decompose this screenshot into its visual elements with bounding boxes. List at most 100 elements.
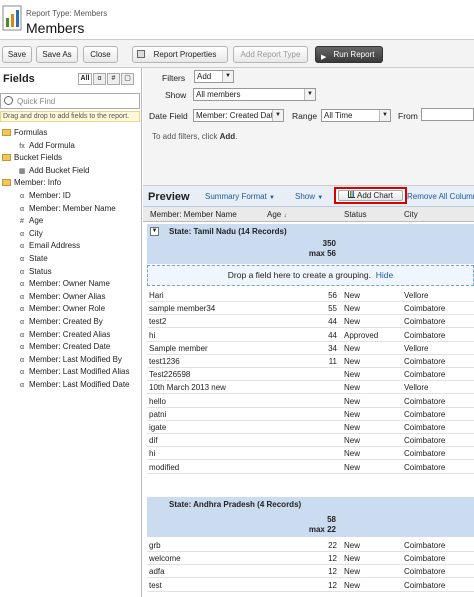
field-item[interactable]: α Member: Last Modified Date (18, 379, 130, 391)
field-item[interactable]: α Member: Created Date (18, 341, 110, 353)
from-date-input[interactable] (421, 108, 474, 121)
field-item[interactable]: α Member: Owner Role (18, 303, 105, 315)
field-item[interactable]: ▦ Add Bucket Field (18, 165, 90, 177)
show-link-label: Show (295, 192, 316, 201)
text-field-icon: α (19, 243, 25, 251)
field-label: Member: Last Modified Date (29, 380, 130, 389)
field-item[interactable]: α Email Address (18, 240, 80, 252)
chevron-down-icon: ▼ (304, 89, 315, 100)
chevron-down-icon: ▼ (222, 71, 233, 82)
field-item[interactable]: α City (18, 228, 43, 240)
table-row: modified New Coimbatore (147, 461, 474, 474)
cell-city: Coimbatore (404, 423, 446, 432)
cell-status: New (344, 462, 361, 472)
field-item[interactable]: α Member: Member Name (18, 203, 116, 215)
filter-number-button[interactable]: # (107, 73, 120, 85)
filter-text-button[interactable]: α (93, 73, 106, 85)
add-chart-button[interactable]: Add Chart (338, 190, 403, 201)
cell-city: Coimbatore (404, 330, 446, 340)
cell-city: Vellore (404, 383, 429, 393)
field-item[interactable]: α State (18, 253, 48, 265)
field-item[interactable]: # Age (18, 215, 43, 227)
cell-status: New (344, 357, 361, 366)
save-as-button[interactable]: Save As (36, 46, 78, 63)
cell-age: 55 (328, 304, 337, 314)
remove-all-columns-link[interactable]: Remove All Columns (407, 192, 474, 201)
field-item[interactable]: α Member: ID (18, 190, 71, 202)
group-label: State: Andhra Pradesh (4 Records) (169, 500, 302, 509)
field-item[interactable]: α Member: Owner Name (18, 278, 110, 290)
field-item[interactable]: α Member: Created By (18, 316, 103, 328)
field-item[interactable]: fx Add Formula (18, 140, 75, 152)
fields-panel: Fields All α # ▢ Quick Find Drag and dro… (0, 68, 142, 597)
page-header: Report Type: Members Members (0, 0, 474, 40)
field-item[interactable]: α Member: Created Alias (18, 329, 110, 341)
group-label: State: Tamil Nadu (14 Records) (169, 227, 287, 236)
group-sum: 58 (327, 515, 336, 524)
chevron-down-icon: ▼ (272, 110, 283, 121)
field-label: Status (29, 266, 52, 276)
table-row: Hari 56 New Vellore (147, 289, 474, 302)
run-report-button[interactable]: ▶ Run Report (315, 46, 383, 63)
field-item[interactable]: α Member: Last Modified By (18, 354, 122, 366)
collapse-icon[interactable]: ▼ (150, 227, 159, 236)
from-label: From (398, 111, 418, 121)
column-header-row: Member: Member Name Age ↓ Status City (143, 207, 474, 222)
filters-pane: Filters Add ▼ Show All members ▼ Date Fiel… (143, 68, 474, 186)
quick-find-input[interactable]: Quick Find (0, 93, 140, 109)
chevron-down-icon: ▼ (269, 195, 275, 201)
field-label: Email Address (29, 241, 81, 251)
add-report-type-button[interactable]: Add Report Type (233, 46, 308, 63)
field-item[interactable]: α Member: Last Modified Alias (18, 366, 130, 378)
field-item[interactable]: α Member: Owner Alias (18, 291, 106, 303)
table-row: test1236 11 New Coimbatore (147, 355, 474, 368)
cell-city: Coimbatore (404, 449, 446, 459)
show-select[interactable]: All members ▼ (193, 88, 316, 101)
filter-date-button[interactable]: ▢ (121, 73, 134, 85)
report-type-subtitle: Report Type: Members (26, 9, 108, 18)
table-row: grb 22 New Coimbatore (147, 539, 474, 552)
field-folder[interactable]: Member: Info (2, 177, 61, 189)
cell-member-name: adfa (149, 567, 165, 577)
table-row: test2 44 New Coimbatore (147, 315, 474, 329)
text-field-icon: α (19, 256, 25, 263)
report-builder: Filters Add ▼ Show All members ▼ Date Fiel… (143, 68, 474, 597)
filters-hint-end: . (235, 132, 238, 141)
cell-city: Vellore (404, 291, 429, 300)
group-sum: 350 (322, 239, 336, 248)
text-field-icon: α (19, 230, 25, 238)
grouping-drop-zone[interactable]: Drop a field here to create a grouping. … (147, 265, 474, 286)
field-label: Member: ID (29, 191, 71, 200)
column-member-name[interactable]: Member: Member Name (150, 210, 237, 219)
report-properties-button[interactable]: Report Properties (132, 46, 228, 63)
cell-city: Coimbatore (404, 554, 446, 564)
range-select[interactable]: All Time ▼ (321, 109, 391, 122)
column-city[interactable]: City (404, 210, 418, 219)
close-button[interactable]: Close (83, 46, 118, 63)
field-folder[interactable]: Formulas (2, 127, 47, 139)
quick-find-placeholder: Quick Find (17, 97, 56, 106)
cell-member-name: hi (149, 449, 156, 459)
column-age[interactable]: Age ↓ (267, 210, 286, 219)
summary-format-dropdown[interactable]: Summary Format ▼ (205, 192, 275, 201)
hide-link[interactable]: Hide (376, 270, 393, 280)
cell-member-name: patni (149, 409, 167, 419)
cell-city: Coimbatore (404, 370, 446, 380)
summary-format-label: Summary Format (205, 192, 267, 201)
cell-member-name: Sample member (149, 343, 208, 353)
cell-member-name: test (149, 580, 162, 590)
column-status[interactable]: Status (344, 210, 367, 219)
save-button[interactable]: Save (2, 46, 32, 63)
show-label: Show (165, 90, 187, 100)
cell-city: Coimbatore (404, 541, 446, 550)
date-field-select[interactable]: Member: Created Dat ▼ (193, 109, 284, 122)
show-dropdown[interactable]: Show ▼ (295, 192, 323, 201)
field-folder[interactable]: Bucket Fields (2, 152, 62, 164)
cell-status: New (344, 580, 361, 590)
cell-city: Coimbatore (404, 396, 446, 406)
filter-all-button[interactable]: All (78, 73, 92, 85)
table-row: adfa 12 New Coimbatore (147, 565, 474, 579)
field-item[interactable]: α Status (18, 266, 52, 278)
report-properties-label: Report Properties (153, 50, 217, 59)
add-filter-dropdown[interactable]: Add ▼ (194, 70, 234, 83)
